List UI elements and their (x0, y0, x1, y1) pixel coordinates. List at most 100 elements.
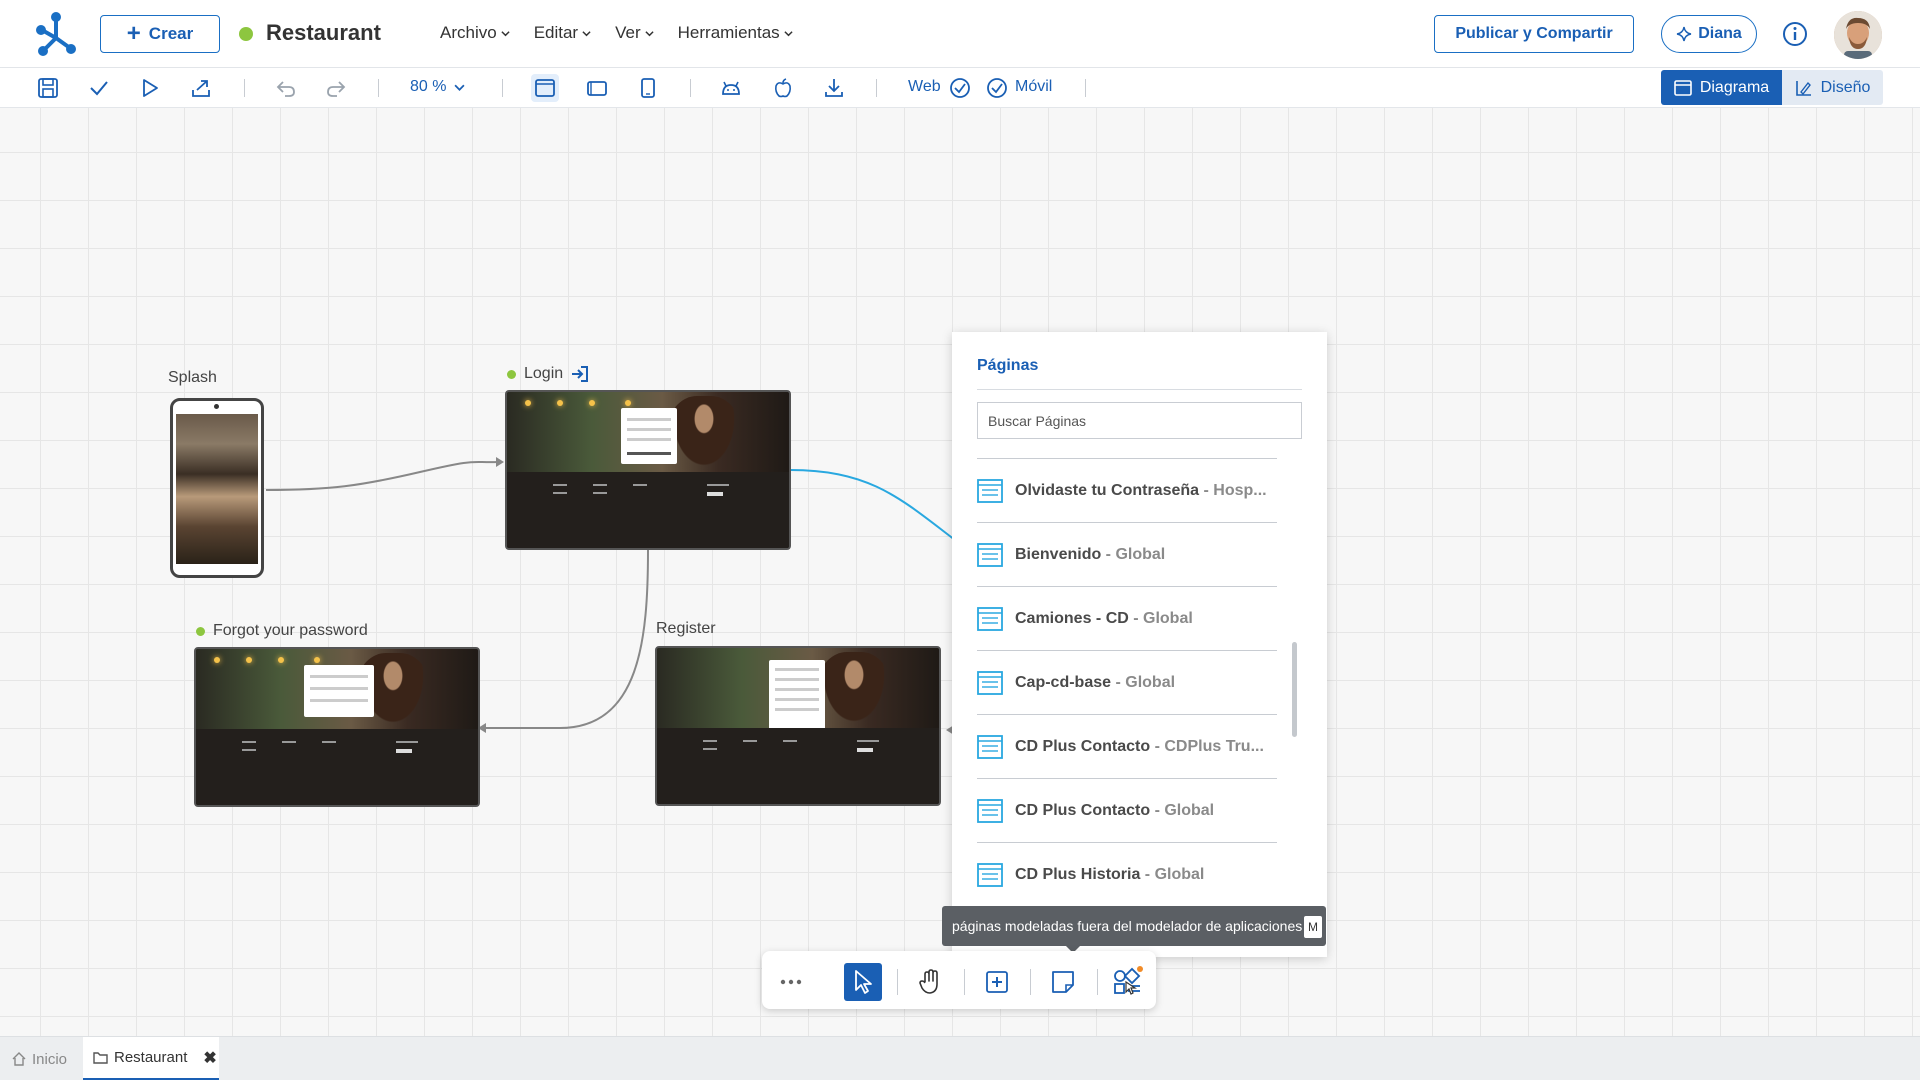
more-options-button[interactable] (772, 963, 810, 1001)
diagram-view-button[interactable]: Diagrama (1661, 70, 1782, 105)
chevron-down-icon (454, 84, 465, 91)
forgot-title: Forgot your password (213, 622, 368, 639)
design-view-label: Diseño (1820, 78, 1871, 96)
toolbar-divider (690, 79, 691, 97)
tooltip-shortcut-key: M (1304, 916, 1322, 938)
movil-enabled-check-icon[interactable] (986, 77, 1008, 99)
sparkle-icon (1677, 26, 1692, 42)
page-name: Olvidaste tu Contraseña (1015, 481, 1200, 499)
node-login-thumbnail[interactable] (505, 390, 791, 550)
pages-list: Olvidaste tu Contraseña - Hosp... Bienve… (977, 459, 1277, 907)
list-item[interactable]: CD Plus Contacto - CDPlus Tru... (977, 715, 1277, 779)
node-splash-thumbnail[interactable] (170, 398, 264, 578)
pan-tool-button[interactable] (911, 963, 949, 1001)
desktop-view-icon[interactable] (534, 77, 556, 99)
info-icon[interactable] (1782, 21, 1808, 47)
apple-icon[interactable] (772, 77, 794, 99)
login-title: Login (524, 365, 564, 382)
register-title: Register (656, 620, 716, 637)
save-icon[interactable] (37, 77, 59, 99)
main-menu: Archivo Editar Ver Herramientas (440, 23, 793, 43)
download-icon[interactable] (823, 77, 845, 99)
play-icon[interactable] (139, 77, 161, 99)
toolbar: 80 % Web Móvil (0, 68, 1920, 108)
list-item[interactable]: CD Plus Historia - Global (977, 843, 1277, 907)
tab-home[interactable]: Inicio (12, 1037, 67, 1080)
android-icon[interactable] (720, 77, 742, 99)
toolbar-divider (502, 79, 503, 97)
publish-share-button[interactable]: Publicar y Compartir (1434, 15, 1634, 53)
tools-divider (1030, 969, 1031, 995)
node-forgot-thumbnail[interactable] (194, 647, 480, 807)
close-icon[interactable]: ✖ (203, 1048, 216, 1068)
page-scope: - Global (1128, 609, 1193, 627)
menu-herramientas[interactable]: Herramientas (678, 23, 793, 43)
toolbar-divider (1085, 79, 1086, 97)
add-page-tool-button[interactable] (978, 963, 1016, 1001)
tools-divider (964, 969, 965, 995)
web-enabled-check-icon[interactable] (949, 77, 971, 99)
page-icon (977, 798, 1003, 823)
menu-ver-label: Ver (615, 23, 641, 42)
connector-login-forgot (484, 549, 649, 729)
hand-icon (919, 969, 938, 994)
check-icon[interactable] (88, 77, 110, 99)
app-status-indicator (239, 27, 253, 41)
page-icon (977, 606, 1003, 631)
user-avatar[interactable] (1834, 11, 1882, 59)
toolbar-divider (244, 79, 245, 97)
menu-archivo[interactable]: Archivo (440, 23, 510, 43)
list-item[interactable]: Cap-cd-base - Global (977, 651, 1277, 715)
node-label-forgot: Forgot your password (196, 622, 368, 640)
tooltip: páginas modeladas fuera del modelador de… (942, 906, 1326, 953)
tab-restaurant[interactable]: Restaurant ✖ (83, 1037, 219, 1080)
menu-editar-label: Editar (533, 23, 579, 42)
list-item[interactable]: Bienvenido - Global (977, 523, 1277, 587)
create-button[interactable]: + Crear (100, 15, 220, 53)
list-item[interactable]: Olvidaste tu Contraseña - Hosp... (977, 459, 1277, 523)
assistant-button[interactable]: Diana (1661, 15, 1757, 53)
page-scope: - CDPlus Tru... (1150, 737, 1264, 755)
list-item[interactable]: Camiones - CD - Global (977, 587, 1277, 651)
page-name: Camiones - CD (1015, 609, 1129, 627)
tab-home-label: Inicio (32, 1050, 68, 1068)
page-name: Bienvenido (1015, 545, 1102, 563)
page-name: Cap-cd-base (1015, 673, 1112, 691)
node-register-thumbnail[interactable] (655, 646, 941, 806)
view-switch: Diagrama Diseño (1661, 70, 1883, 105)
zoom-selector[interactable]: 80 % (410, 78, 465, 96)
home-icon (12, 1052, 26, 1066)
page-icon (977, 862, 1003, 887)
pages-list-scrollbar[interactable] (1292, 642, 1297, 737)
page-icon (977, 670, 1003, 695)
redo-icon[interactable] (325, 77, 347, 99)
note-tool-button[interactable] (1044, 963, 1082, 1001)
mobile-view-icon[interactable] (637, 77, 659, 99)
node-label-splash: Splash (168, 369, 217, 387)
page-icon (977, 734, 1003, 759)
app-title: Restaurant (266, 20, 381, 45)
app-logo-icon[interactable] (34, 12, 78, 56)
external-pages-tool-button[interactable] (1109, 963, 1147, 1001)
select-tool-button[interactable] (844, 963, 882, 1001)
node-label-login: Login (507, 365, 589, 383)
login-entry-icon (572, 366, 589, 382)
movil-platform-label: Móvil (1015, 78, 1053, 95)
list-item[interactable]: CD Plus Contacto - Global (977, 779, 1277, 843)
node-status-dot (507, 369, 516, 379)
menu-ver[interactable]: Ver (615, 23, 654, 43)
undo-icon[interactable] (275, 77, 297, 99)
menu-editar[interactable]: Editar (534, 23, 591, 43)
search-pages-input[interactable] (977, 402, 1302, 439)
plus-icon: + (126, 20, 141, 47)
tools-divider (897, 969, 898, 995)
diagram-view-label: Diagrama (1699, 78, 1770, 96)
export-icon[interactable] (190, 77, 212, 99)
design-view-button[interactable]: Diseño (1782, 70, 1883, 105)
chevron-down-icon (645, 30, 654, 36)
design-icon (1795, 80, 1811, 96)
node-label-register: Register (656, 620, 716, 638)
tablet-view-icon[interactable] (586, 77, 608, 99)
pages-panel-divider (977, 389, 1302, 390)
toolbar-divider (876, 79, 877, 97)
